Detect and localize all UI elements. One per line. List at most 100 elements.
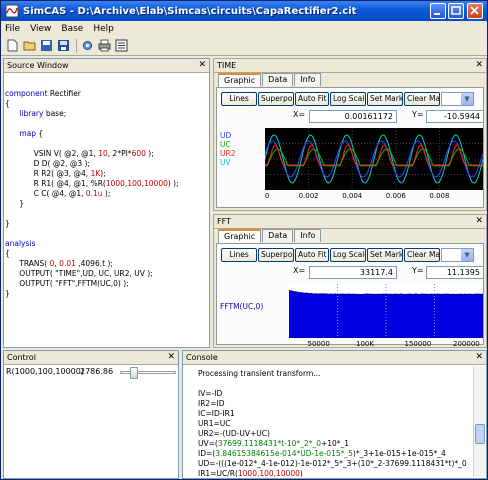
toolbar bbox=[1, 36, 487, 56]
source-code-line bbox=[5, 209, 208, 219]
source-code-line: R R2( @3, @4, 1K); bbox=[5, 169, 208, 179]
console-line: IC=ID-IR1 bbox=[184, 409, 472, 419]
open-icon[interactable] bbox=[22, 38, 37, 53]
save-icon[interactable] bbox=[39, 38, 54, 53]
console-title: Console bbox=[186, 353, 218, 362]
source-code-line: analysis bbox=[5, 239, 208, 249]
fft-panel-close-icon[interactable]: ✕ bbox=[475, 215, 483, 228]
time-button-row: Lines Superpose Auto Fit Log Scale Set M… bbox=[221, 92, 474, 106]
time-setmarker-button[interactable]: Set Marker bbox=[367, 92, 403, 106]
console-scrollbar[interactable] bbox=[473, 366, 485, 477]
maximize-button[interactable] bbox=[448, 3, 464, 19]
time-clearmarker-button[interactable]: Clear Marker bbox=[404, 92, 440, 106]
fft-button-row: Lines Superpose Auto Fit Log Scale Set M… bbox=[221, 248, 474, 262]
source-code-line: } bbox=[5, 199, 208, 209]
source-code-line: component Rectifier bbox=[5, 89, 208, 99]
close-button[interactable] bbox=[467, 3, 483, 19]
time-y-label: Y= bbox=[412, 110, 424, 119]
fft-tab-info[interactable]: Info bbox=[294, 229, 321, 242]
menu-file[interactable]: File bbox=[5, 24, 20, 34]
time-tabs: Graphic Data Info bbox=[218, 73, 322, 87]
time-x-tick: 0.008 bbox=[429, 192, 449, 200]
menu-base[interactable]: Base bbox=[61, 24, 83, 34]
control-title: Control bbox=[7, 353, 36, 362]
close-icon bbox=[468, 4, 482, 18]
time-plot-panel: TIME ✕ Graphic Data Info Lines Superpose… bbox=[213, 58, 487, 211]
source-window-close-icon[interactable]: ✕ bbox=[198, 59, 206, 72]
fft-autofit-button[interactable]: Auto Fit bbox=[295, 248, 329, 262]
console-output[interactable]: Processing transient transform... IV=-ID I… bbox=[184, 366, 472, 477]
new-file-icon[interactable] bbox=[5, 38, 20, 53]
control-close-icon[interactable]: ✕ bbox=[167, 351, 175, 364]
time-tab-data[interactable]: Data bbox=[262, 73, 293, 86]
time-autofit-button[interactable]: Auto Fit bbox=[295, 92, 329, 106]
minimize-button[interactable] bbox=[430, 3, 446, 19]
console-line: UV=(37699.1118431*t-10*_2*_0+10*_1 bbox=[184, 439, 472, 449]
time-x-label: X= bbox=[293, 110, 305, 119]
time-panel-close-icon[interactable]: ✕ bbox=[475, 59, 483, 72]
fft-x-tick: 150000 bbox=[405, 340, 432, 348]
fft-x-value: 33117.4 bbox=[309, 266, 397, 279]
time-x-tick: 0 bbox=[265, 192, 269, 200]
source-code-line: library base; bbox=[5, 109, 208, 119]
fft-plot-panel: FFT ✕ Graphic Data Info Lines Superpose … bbox=[213, 214, 487, 348]
print-icon[interactable] bbox=[97, 38, 112, 53]
fft-setmarker-button[interactable]: Set Marker bbox=[367, 248, 403, 262]
menu-help[interactable]: Help bbox=[93, 24, 114, 34]
time-lines-button[interactable]: Lines bbox=[221, 92, 257, 106]
time-legend-ud: UD bbox=[220, 131, 235, 140]
time-panel-title: TIME bbox=[217, 61, 236, 70]
fft-y-label: Y= bbox=[412, 266, 424, 275]
resistance-slider-track[interactable] bbox=[120, 371, 176, 374]
fft-series-select[interactable]: ▼ bbox=[441, 248, 474, 262]
console-line: ID=(3.84615384615e-014*UD-1e-015*_5)*_3+… bbox=[184, 449, 472, 459]
source-code-line: } bbox=[5, 289, 208, 299]
source-code-line bbox=[5, 139, 208, 149]
console-scrollbar-thumb[interactable] bbox=[475, 424, 485, 444]
time-plot-canvas[interactable] bbox=[265, 128, 483, 190]
fft-clearmarker-button[interactable]: Clear Marker bbox=[404, 248, 440, 262]
source-code-line bbox=[5, 119, 208, 129]
settings-icon[interactable] bbox=[80, 38, 95, 53]
source-window-title-bar: Source Window ✕ bbox=[4, 59, 209, 73]
window-title: SimCAS - D:\Archive\Elab\Simcas\circuits… bbox=[23, 6, 356, 17]
console-close-icon[interactable]: ✕ bbox=[475, 351, 483, 364]
title-bar[interactable]: SimCAS - D:\Archive\Elab\Simcas\circuits… bbox=[1, 1, 487, 21]
time-x-tick: 0.002 bbox=[299, 192, 319, 200]
fft-plot-canvas[interactable] bbox=[289, 284, 483, 338]
fft-lines-button[interactable]: Lines bbox=[221, 248, 257, 262]
resistance-slider-thumb[interactable] bbox=[130, 367, 138, 379]
save-all-icon[interactable] bbox=[56, 38, 71, 53]
fft-x-label: X= bbox=[293, 266, 305, 275]
fft-graphic-pane: Lines Superpose Auto Fit Log Scale Set M… bbox=[216, 243, 484, 345]
fft-tab-data[interactable]: Data bbox=[262, 229, 293, 242]
console-panel: Console ✕ Processing transient transform… bbox=[182, 350, 487, 479]
menu-view[interactable]: View bbox=[30, 24, 51, 34]
time-y-value: -10.5944 bbox=[426, 110, 484, 123]
time-x-value: 0.00161172 bbox=[309, 110, 397, 123]
fft-logscale-button[interactable]: Log Scale bbox=[330, 248, 366, 262]
time-tab-info[interactable]: Info bbox=[294, 73, 321, 86]
source-code-line: map { bbox=[5, 129, 208, 139]
time-series-select[interactable]: ▼ bbox=[441, 92, 474, 106]
source-code-line: OUTPUT( "FFT",FFTM(UC,0) ); bbox=[5, 279, 208, 289]
source-code-line: VSIN V( @2, @1, 10, 2*PI*600 ); bbox=[5, 149, 208, 159]
source-code-line: { bbox=[5, 99, 208, 109]
source-code-editor[interactable]: component Rectifier{ library base; map {… bbox=[5, 74, 208, 346]
control-title-bar: Control ✕ bbox=[4, 351, 178, 365]
source-window-panel: Source Window ✕ component Rectifier{ lib… bbox=[3, 58, 210, 348]
uv-series-line bbox=[265, 135, 483, 183]
fft-superpose-button[interactable]: Superpose bbox=[258, 248, 294, 262]
time-tab-graphic[interactable]: Graphic bbox=[218, 73, 261, 87]
time-logscale-button[interactable]: Log Scale bbox=[330, 92, 366, 106]
time-legend-uc: UC bbox=[220, 140, 235, 149]
fft-tab-graphic[interactable]: Graphic bbox=[218, 229, 261, 243]
source-code-line bbox=[5, 229, 208, 239]
time-legend: UD UC UR2 UV bbox=[220, 131, 235, 167]
maximize-icon bbox=[449, 4, 463, 18]
time-superpose-button[interactable]: Superpose bbox=[258, 92, 294, 106]
console-line: IV=-ID bbox=[184, 389, 472, 399]
app-window: SimCAS - D:\Archive\Elab\Simcas\circuits… bbox=[0, 0, 488, 480]
list-icon[interactable] bbox=[114, 38, 129, 53]
source-code-line: TRANS( 0, 0.01 ,4096,t ); bbox=[5, 259, 208, 269]
